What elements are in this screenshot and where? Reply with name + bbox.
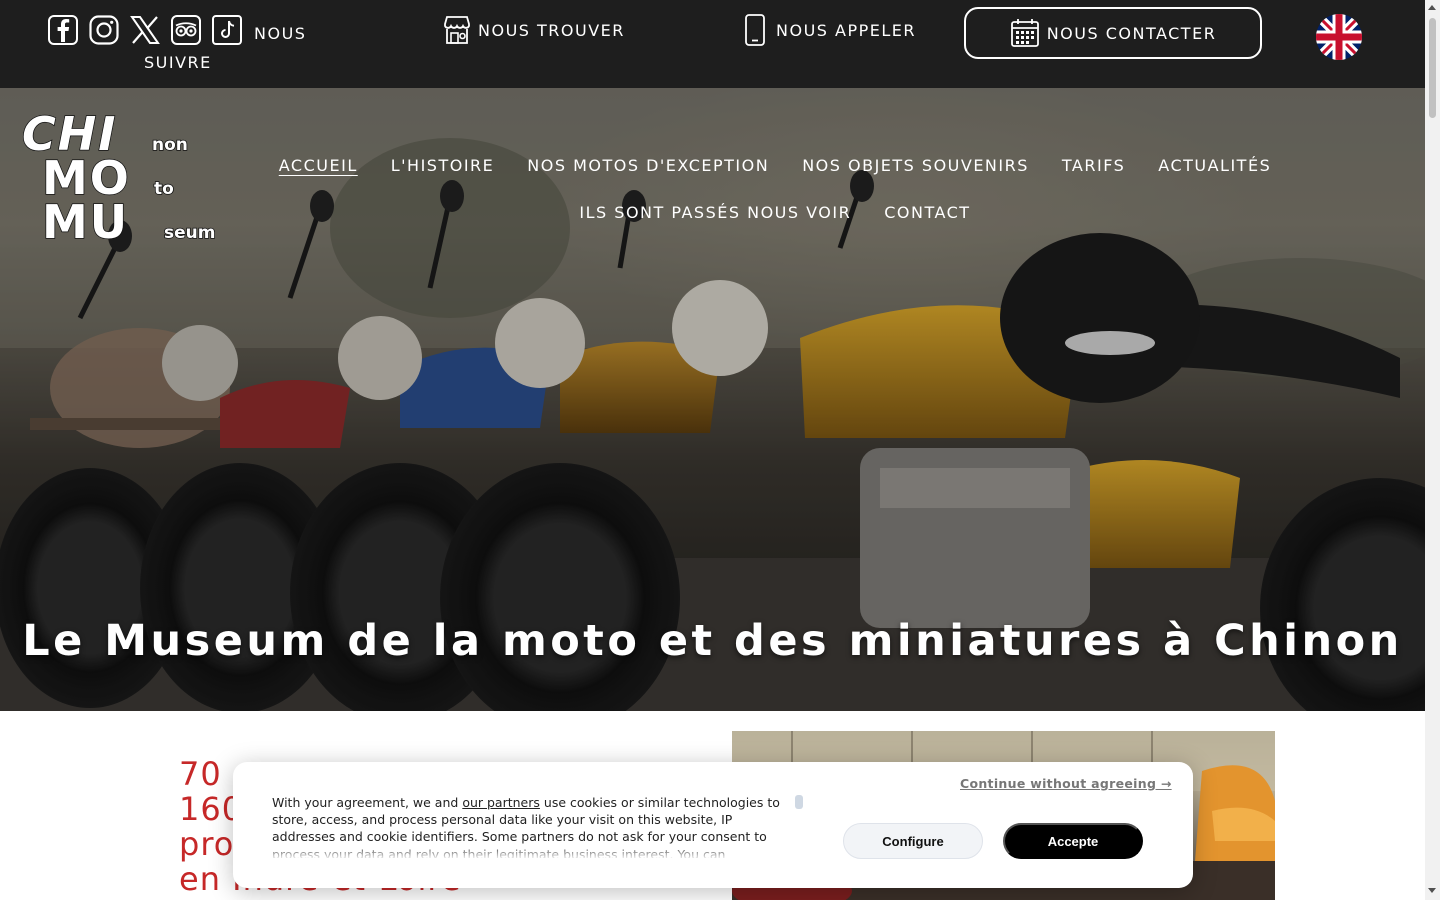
svg-text:non: non [152,135,188,155]
svg-text:MU: MU [42,195,129,243]
nav-item-accueil[interactable]: ACCUEIL [279,154,358,178]
cookie-text-scrollbar[interactable] [795,795,803,809]
cookie-text-fade [272,844,792,860]
follow-us-label: NOUS SUIVRE [144,24,307,72]
facebook-icon[interactable] [47,14,79,46]
scroll-down-arrow-icon[interactable] [1428,888,1436,893]
svg-text:seum: seum [164,223,215,243]
nav-item-actualites[interactable]: ACTUALITÉS [1158,154,1271,178]
phone-icon [745,14,765,46]
site-logo[interactable]: CHI non MO to MU seum [21,106,222,250]
calendar-icon [1010,19,1039,47]
main-navigation: ACCUEIL L'HISTOIRE NOS MOTOS D'EXCEPTION… [255,154,1295,225]
uk-flag-icon[interactable] [1316,14,1362,60]
continue-without-agreeing-link[interactable]: Continue without agreeing → [960,776,1172,791]
configure-button[interactable]: Configure [843,823,983,859]
scroll-thumb[interactable] [1429,18,1436,118]
svg-text:to: to [154,179,174,199]
instagram-icon[interactable] [88,14,120,46]
nav-item-ils-sont-passes[interactable]: ILS SONT PASSÉS NOUS VOIR [579,201,851,225]
find-us-link[interactable]: NOUS TROUVER [442,14,625,46]
nav-item-tarifs[interactable]: TARIFS [1062,154,1125,178]
top-bar: NOUS SUIVRE NOUS TROUVER NOUS APPELER NO… [0,0,1425,88]
scroll-up-arrow-icon[interactable] [1428,5,1436,10]
page-scrollbar[interactable] [1425,0,1440,900]
store-icon [444,16,470,44]
cookie-consent-banner: With your agreement, we and our partners… [233,762,1193,888]
nav-item-motos-exception[interactable]: NOS MOTOS D'EXCEPTION [527,154,769,178]
contact-us-button[interactable]: NOUS CONTACTER [964,7,1262,59]
our-partners-link[interactable]: our partners [462,795,540,810]
nav-item-contact[interactable]: CONTACT [884,201,970,225]
call-us-link[interactable]: NOUS APPELER [740,14,916,46]
hero-title: Le Museum de la moto et des miniatures à… [22,616,1403,666]
accept-button[interactable]: Accepte [1003,823,1143,859]
nav-item-objets-souvenirs[interactable]: NOS OBJETS SOUVENIRS [802,154,1029,178]
nav-item-histoire[interactable]: L'HISTOIRE [391,154,495,178]
hero-banner: CHI non MO to MU seum ACCUEIL L'HISTOIRE… [0,88,1425,711]
